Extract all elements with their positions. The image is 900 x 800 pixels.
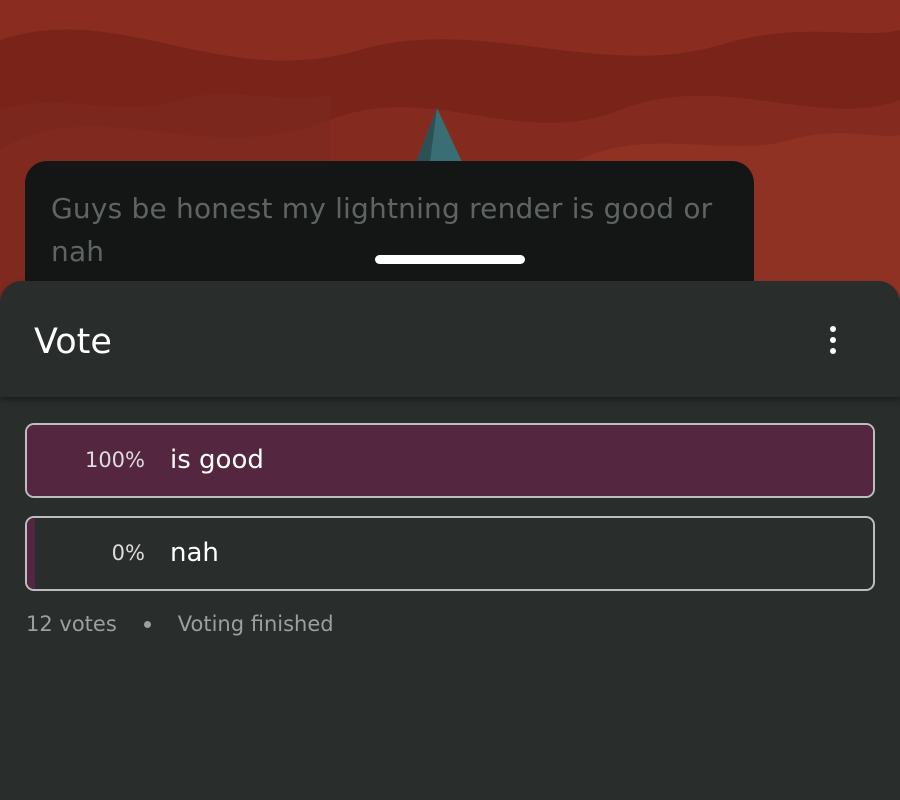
poll-option-label: is good	[170, 445, 264, 475]
separator-dot	[143, 620, 151, 628]
poll-option-fill	[27, 425, 873, 496]
poll-status: Voting finished	[177, 612, 334, 636]
vote-count: 12 votes	[26, 612, 117, 636]
vote-sheet: Vote 100% is good 0% nah 12 votes Voting…	[0, 281, 900, 800]
poll-option-label: nah	[170, 538, 219, 568]
screen: Guys be honest my lightning render is go…	[0, 0, 900, 800]
poll-footer: 12 votes Voting finished	[26, 611, 334, 637]
sheet-header: Vote	[0, 281, 900, 397]
poll-option-is-good[interactable]: 100% is good	[25, 423, 875, 498]
more-vert-icon[interactable]	[816, 321, 850, 359]
poll-option-percent: 0%	[111, 541, 145, 565]
poll-option-percent: 100%	[84, 448, 145, 472]
sheet-title: Vote	[34, 322, 112, 362]
poll-option-nah[interactable]: 0% nah	[25, 516, 875, 591]
drag-handle[interactable]	[375, 255, 525, 264]
